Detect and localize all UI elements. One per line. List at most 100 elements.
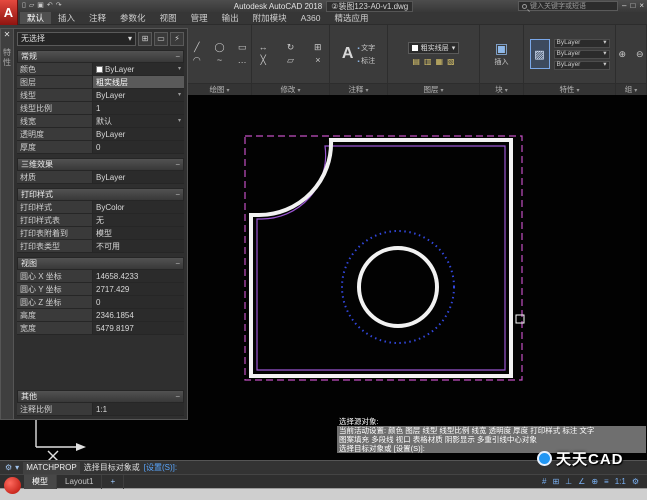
property-value[interactable]: 1:1 <box>93 403 184 415</box>
property-value[interactable]: ByLayer▾ <box>93 89 184 101</box>
collapse-icon[interactable]: − <box>175 391 180 402</box>
line-icon[interactable]: ╱ <box>194 42 199 53</box>
array-icon[interactable]: ⊞ <box>314 42 322 53</box>
group-icon[interactable]: ⊕ <box>618 49 626 60</box>
grid-icon[interactable]: # <box>542 475 546 489</box>
close-icon[interactable]: ✕ <box>4 30 11 40</box>
erase-icon[interactable]: × <box>315 55 320 66</box>
snap-icon[interactable]: ⊞ <box>552 475 559 489</box>
tab-视图[interactable]: 视图 <box>153 12 184 24</box>
object-color-dropdown[interactable]: ByLayer▾ <box>554 39 610 48</box>
tab-A360[interactable]: A360 <box>294 12 328 24</box>
phantom-boundary-rect[interactable] <box>245 136 522 380</box>
panel-label-layers[interactable]: 图层 ▾ <box>388 83 479 95</box>
panel-label-modify[interactable]: 修改 ▾ <box>252 83 329 95</box>
lineweight-icon[interactable]: ≡ <box>604 475 609 489</box>
spline-icon[interactable]: ~ <box>217 55 222 66</box>
section-header[interactable]: 常规− <box>17 50 184 63</box>
match-properties-button[interactable]: ▨ <box>530 39 550 69</box>
rectangle-icon[interactable]: ▭ <box>238 42 247 53</box>
insert-block-button[interactable]: 插入 <box>495 57 509 67</box>
osnap-icon[interactable]: ⊕ <box>591 475 598 489</box>
collapse-icon[interactable]: − <box>175 189 180 200</box>
section-header[interactable]: 打印样式− <box>17 188 184 201</box>
tab-参数化[interactable]: 参数化 <box>113 12 153 24</box>
property-value[interactable]: 1 <box>93 102 184 114</box>
text-button[interactable]: 文字 <box>357 43 375 53</box>
new-file-icon[interactable]: ▯ <box>22 0 26 12</box>
ungroup-icon[interactable]: ⊖ <box>636 49 644 60</box>
property-value[interactable]: 默认▾ <box>93 115 184 127</box>
layer-lock-icon[interactable]: ▧ <box>447 57 455 66</box>
part-inner-contour[interactable] <box>257 146 505 370</box>
stretch-icon[interactable]: ▱ <box>287 55 294 66</box>
property-value[interactable]: ByColor <box>93 201 184 213</box>
chevron-down-icon[interactable]: ▾ <box>178 63 181 75</box>
undo-icon[interactable]: ↶ <box>47 0 53 12</box>
property-value[interactable]: 模型 <box>93 227 184 239</box>
panel-label-properties[interactable]: 特性 ▾ <box>524 83 615 95</box>
property-value[interactable]: 0 <box>93 141 184 153</box>
property-value[interactable]: 0 <box>93 296 184 308</box>
lineweight-dropdown[interactable]: ByLayer▾ <box>554 50 610 59</box>
tab-输出[interactable]: 输出 <box>215 12 246 24</box>
panel-label-annotate[interactable]: 注释 ▾ <box>330 83 387 95</box>
selection-dropdown[interactable]: 无选择 ▾ <box>17 32 136 46</box>
property-value[interactable]: 2346.1854 <box>93 309 184 321</box>
section-header[interactable]: 视图− <box>17 257 184 270</box>
autocad-logo-button[interactable]: A <box>0 0 18 25</box>
panel-label-draw[interactable]: 绘图 ▾ <box>188 83 251 95</box>
property-value[interactable]: 无 <box>93 214 184 226</box>
redo-icon[interactable]: ↷ <box>56 0 62 12</box>
property-value[interactable]: ByLayer <box>93 128 184 140</box>
trim-icon[interactable]: ╳ <box>260 55 265 66</box>
settings-icon[interactable]: ⚙ <box>632 475 639 489</box>
annotation-scale-label[interactable]: 1:1 <box>615 475 626 489</box>
palette-title-bar[interactable]: ✕ 特性 <box>0 28 14 420</box>
property-value[interactable]: 粗实线层 <box>93 76 184 88</box>
chevron-down-icon[interactable]: ▾ <box>178 89 181 101</box>
property-value[interactable]: ByLayer <box>93 171 184 183</box>
layer-properties-icon[interactable]: ▤ <box>412 57 420 66</box>
panel-label-groups[interactable]: 组 ▾ <box>616 83 646 95</box>
layer-freeze-icon[interactable]: ▦ <box>436 57 444 66</box>
tab-注释[interactable]: 注释 <box>82 12 113 24</box>
layer-off-icon[interactable]: ▥ <box>424 57 432 66</box>
layer-dropdown[interactable]: 粗实线层 ▾ <box>408 42 460 54</box>
recent-commands-icon[interactable]: ▾ <box>15 461 19 475</box>
command-option[interactable]: [设置(S)]: <box>144 462 177 473</box>
linetype-dropdown[interactable]: ByLayer▾ <box>554 61 610 70</box>
maximize-button[interactable]: □ <box>630 0 635 12</box>
collapse-icon[interactable]: − <box>175 159 180 170</box>
collapse-icon[interactable]: − <box>175 258 180 269</box>
collapse-icon[interactable]: − <box>175 51 180 62</box>
new-layout-button[interactable]: + <box>102 475 124 489</box>
quick-select-icon[interactable]: ⚡ <box>170 32 184 46</box>
customize-icon[interactable]: ⚙ <box>5 461 12 475</box>
tab-默认[interactable]: 默认 <box>20 12 51 24</box>
close-button[interactable]: × <box>639 0 644 12</box>
polar-icon[interactable]: ∠ <box>578 475 585 489</box>
section-header[interactable]: 三维效果− <box>17 158 184 171</box>
more-draw-icon[interactable]: … <box>238 55 247 66</box>
insert-block-icon[interactable]: ▣ <box>495 41 508 56</box>
text-tool-icon[interactable]: A <box>342 45 354 63</box>
tab-附加模块[interactable]: 附加模块 <box>246 12 294 24</box>
layout-tab-Layout1[interactable]: Layout1 <box>57 475 102 489</box>
layout-tab-模型[interactable]: 模型 <box>24 475 57 489</box>
open-file-icon[interactable]: ▱ <box>29 0 34 12</box>
panel-label-block[interactable]: 块 ▾ <box>480 83 523 95</box>
property-value[interactable]: 5479.8197 <box>93 322 184 334</box>
property-value[interactable]: 2717.429 <box>93 283 184 295</box>
toggle-pickadd-icon[interactable]: ⊞ <box>138 32 152 46</box>
minimize-button[interactable]: – <box>622 0 626 12</box>
property-value[interactable]: ByLayer▾ <box>93 63 184 75</box>
arc-icon[interactable]: ◠ <box>193 55 201 66</box>
save-icon[interactable]: ▣ <box>37 0 44 12</box>
chevron-down-icon[interactable]: ▾ <box>178 115 181 127</box>
move-icon[interactable]: ↔ <box>259 42 268 53</box>
select-objects-icon[interactable]: ▭ <box>154 32 168 46</box>
hole-circle[interactable] <box>359 248 437 326</box>
section-header[interactable]: 其他− <box>17 390 184 403</box>
property-value[interactable]: 不可用 <box>93 240 184 252</box>
